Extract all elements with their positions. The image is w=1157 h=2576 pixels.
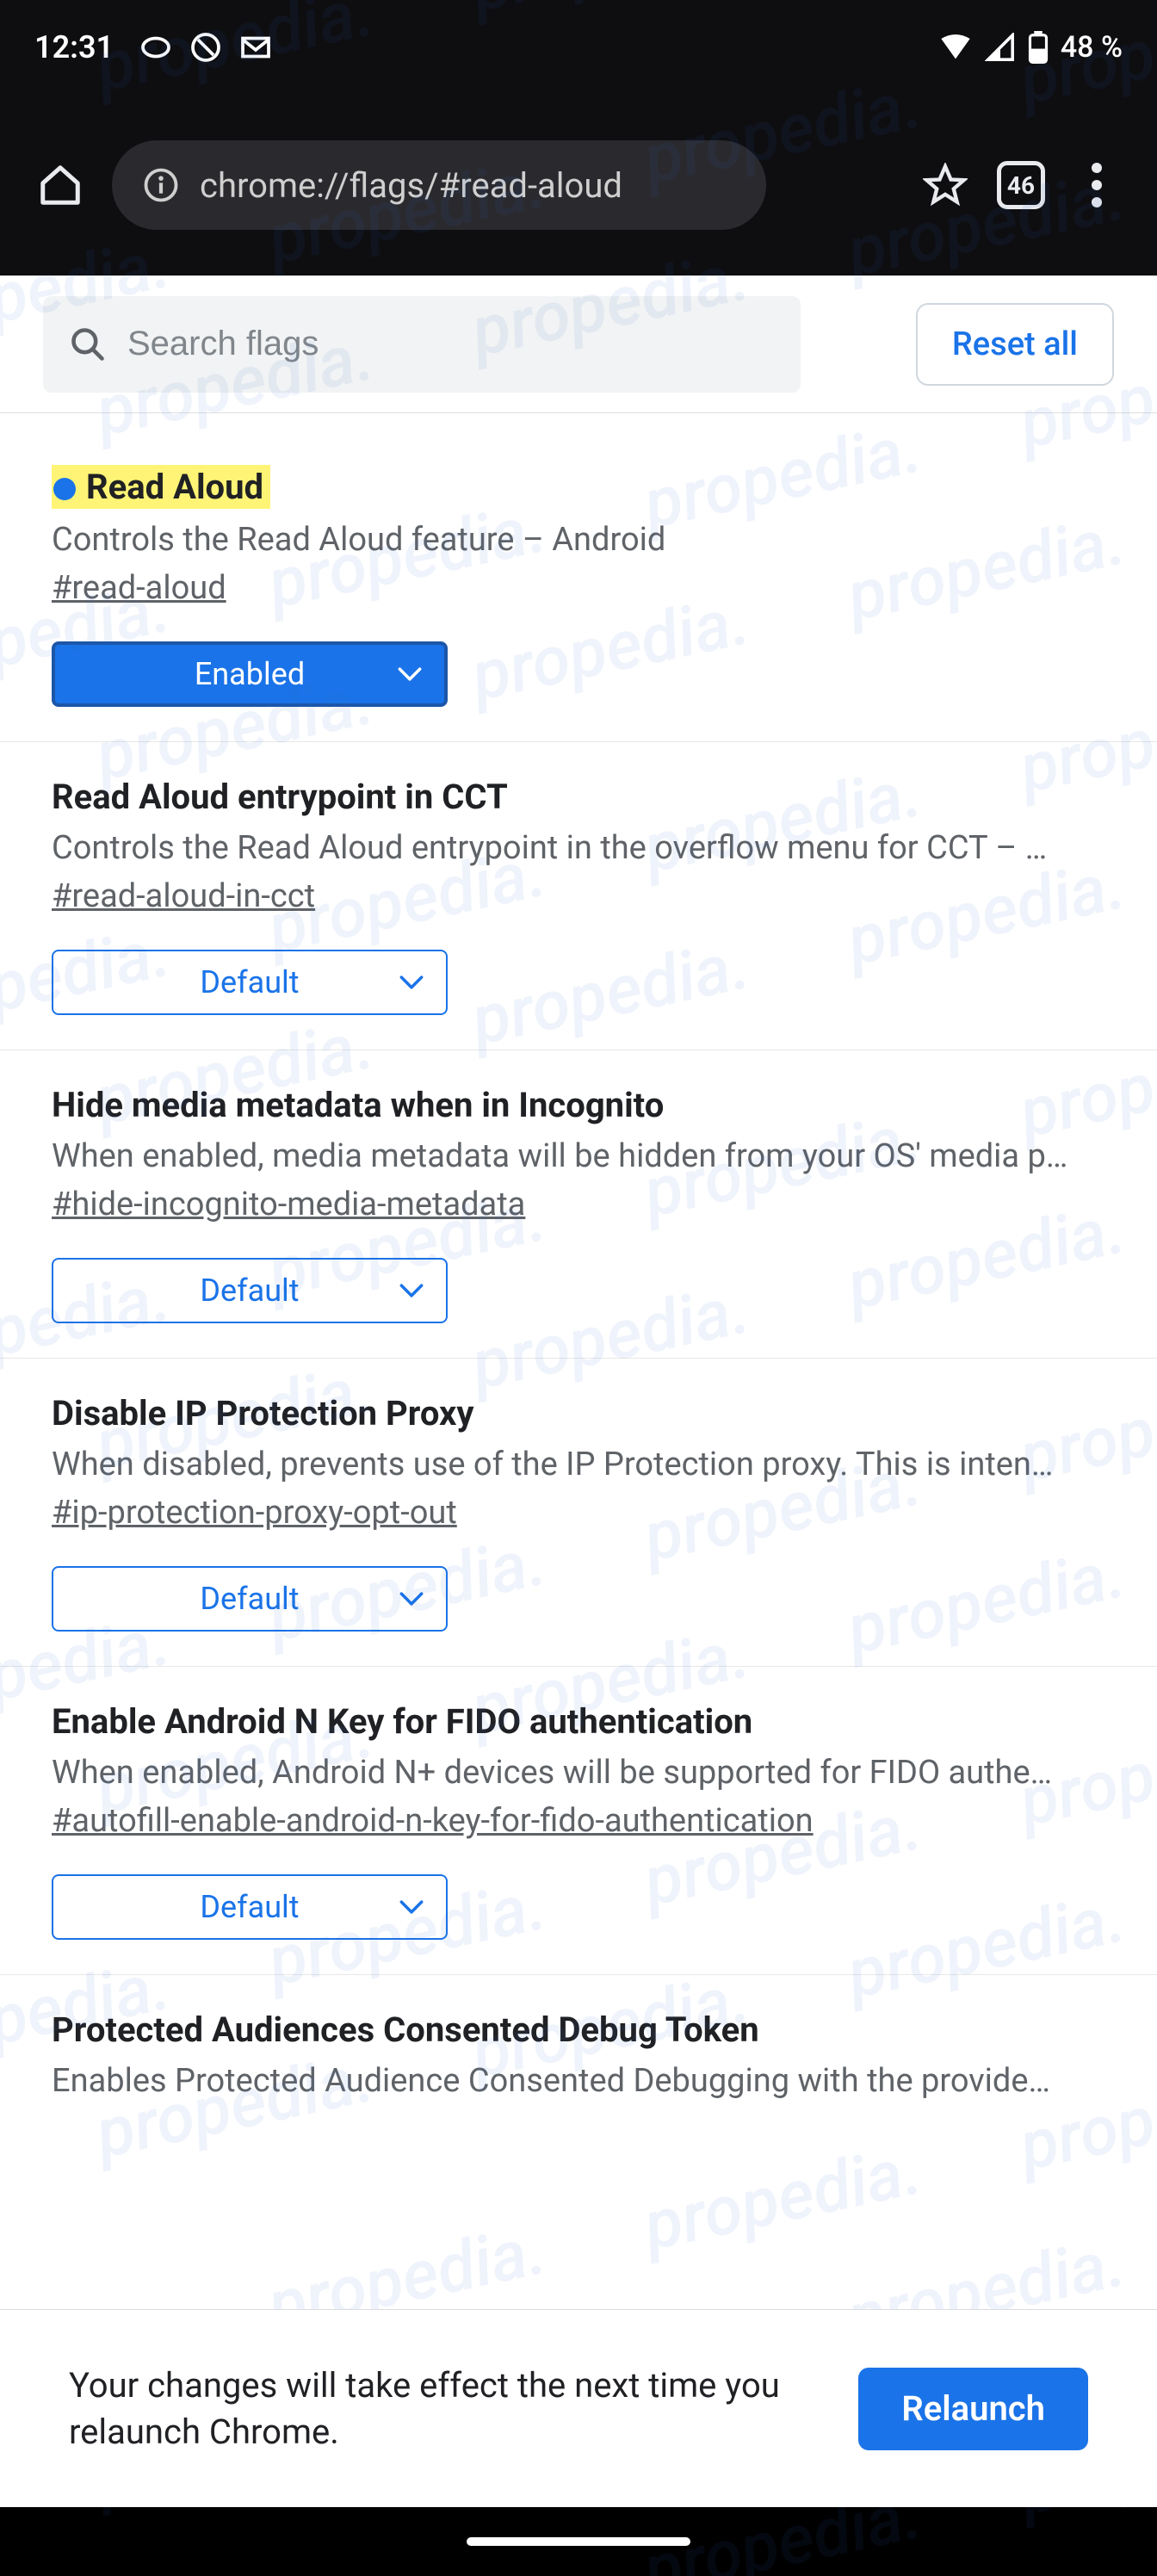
signal-icon: [985, 33, 1016, 62]
browser-toolbar: chrome://flags/#read-aloud 46: [0, 95, 1157, 276]
flag-value-dropdown[interactable]: Default: [52, 1874, 448, 1940]
flag-description: Controls the Read Aloud feature – Androi…: [52, 521, 1105, 559]
home-button[interactable]: [34, 159, 86, 211]
search-icon: [69, 325, 107, 363]
flag-title: Read Aloud entrypoint in CCT: [52, 777, 508, 817]
url-bar[interactable]: chrome://flags/#read-aloud: [112, 140, 766, 230]
flag-value-dropdown[interactable]: Default: [52, 950, 448, 1015]
overflow-menu-button[interactable]: [1071, 159, 1123, 211]
flag-description: When enabled, media metadata will be hid…: [52, 1137, 1105, 1175]
search-flags-box[interactable]: [43, 296, 801, 393]
banner-text: Your changes will take effect the next t…: [69, 2362, 824, 2455]
flags-page: Reset all Read Aloud Controls the Read Al…: [0, 276, 1157, 2309]
flags-list: Read Aloud Controls the Read Aloud featur…: [0, 413, 1157, 2145]
flag-item: Read Aloud Controls the Read Aloud featur…: [0, 430, 1157, 742]
modified-indicator-dot: [53, 478, 76, 500]
battery-icon: [1028, 31, 1049, 64]
flag-value-dropdown[interactable]: Enabled: [52, 641, 448, 707]
url-text: chrome://flags/#read-aloud: [200, 165, 622, 206]
chevron-down-icon: [398, 666, 422, 682]
chevron-down-icon: [399, 1591, 424, 1607]
dropdown-value: Default: [200, 964, 299, 1000]
info-icon: [143, 167, 179, 203]
flag-title: Disable IP Protection Proxy: [52, 1393, 474, 1434]
chevron-down-icon: [399, 1899, 424, 1915]
flag-anchor-link[interactable]: #read-aloud-in-cct: [52, 877, 315, 915]
wifi-icon: [938, 33, 973, 62]
flag-anchor-link[interactable]: #read-aloud: [52, 569, 226, 607]
flag-value-dropdown[interactable]: Default: [52, 1566, 448, 1632]
dropdown-value: Default: [200, 1889, 299, 1925]
notification-icon: [139, 31, 172, 64]
flag-description: When disabled, prevents use of the IP Pr…: [52, 1446, 1105, 1483]
status-time: 12:31: [34, 29, 114, 65]
flag-description: Enables Protected Audience Consented Deb…: [52, 2062, 1105, 2100]
flag-anchor-link[interactable]: #hide-incognito-media-metadata: [52, 1186, 525, 1223]
flag-item: Protected Audiences Consented Debug Toke…: [0, 1975, 1157, 2145]
flag-item: Disable IP Protection Proxy When disabled…: [0, 1359, 1157, 1667]
chevron-down-icon: [399, 1283, 424, 1298]
flag-description: When enabled, Android N+ devices will be…: [52, 1754, 1105, 1792]
flag-anchor-link[interactable]: #autofill-enable-android-n-key-for-fido-…: [52, 1802, 814, 1840]
android-nav-bar: [0, 2507, 1157, 2576]
flag-title: Enable Android N Key for FIDO authentica…: [52, 1701, 752, 1742]
flag-title: Protected Audiences Consented Debug Toke…: [52, 2009, 759, 2050]
bookmark-button[interactable]: [919, 159, 971, 211]
nav-handle[interactable]: [467, 2537, 690, 2546]
battery-pct: 48 %: [1061, 30, 1123, 65]
flags-topbar: Reset all: [0, 276, 1157, 413]
flag-title: Hide media metadata when in Incognito: [52, 1085, 664, 1125]
dropdown-value: Default: [200, 1581, 299, 1617]
tab-switcher-button[interactable]: 46: [997, 161, 1045, 209]
flag-description: Controls the Read Aloud entrypoint in th…: [52, 829, 1105, 867]
relaunch-banner: Your changes will take effect the next t…: [0, 2309, 1157, 2507]
android-status-bar: 12:31 48 %: [0, 0, 1157, 95]
flag-item: Read Aloud entrypoint in CCT Controls the…: [0, 742, 1157, 1050]
reset-all-button[interactable]: Reset all: [916, 303, 1114, 386]
chevron-down-icon: [399, 975, 424, 990]
dropdown-value: Default: [200, 1273, 299, 1309]
flag-item: Hide media metadata when in Incognito Whe…: [0, 1050, 1157, 1359]
flag-anchor-link[interactable]: #ip-protection-proxy-opt-out: [52, 1494, 457, 1532]
flag-value-dropdown[interactable]: Default: [52, 1258, 448, 1323]
search-flags-input[interactable]: [127, 325, 775, 363]
flag-title: Read Aloud: [52, 465, 270, 509]
notification-icon: [189, 31, 222, 64]
gmail-icon: [239, 31, 272, 64]
dropdown-value: Enabled: [195, 656, 305, 692]
relaunch-button[interactable]: Relaunch: [858, 2368, 1088, 2450]
flag-item: Enable Android N Key for FIDO authentica…: [0, 1667, 1157, 1975]
